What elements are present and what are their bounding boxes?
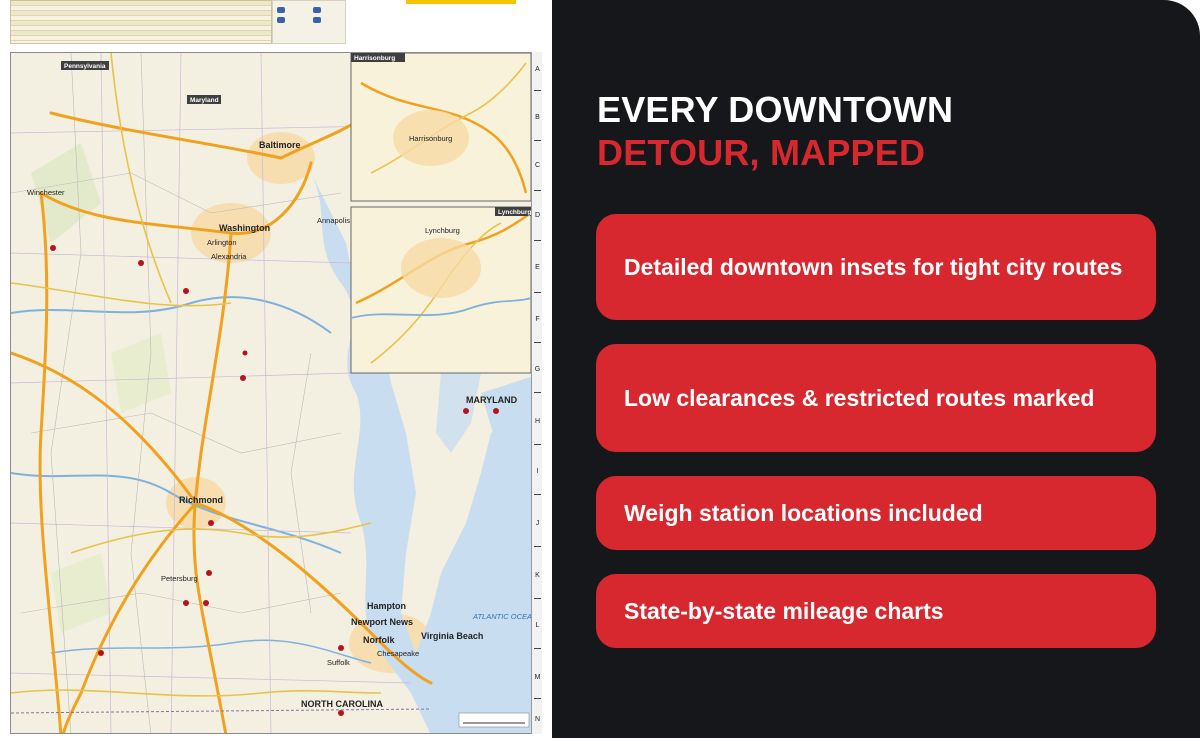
feature-card-low-clearances: Low clearances & restricted routes marke…: [596, 344, 1156, 452]
svg-text:Newport News: Newport News: [351, 617, 413, 627]
feature-card-mileage-charts: State-by-state mileage charts: [596, 574, 1156, 648]
svg-text:Annapolis: Annapolis: [317, 216, 350, 225]
svg-text:Chesapeake: Chesapeake: [377, 649, 419, 658]
grid-letter: L: [535, 622, 540, 629]
grid-letter: J: [535, 520, 540, 527]
inset-harrisonburg: Harrisonburg Harrisonburg: [350, 53, 532, 202]
feature-card-downtown-insets: Detailed downtown insets for tight city …: [596, 214, 1156, 320]
page-tab-marker: [406, 0, 516, 4]
svg-text:Richmond: Richmond: [179, 495, 223, 505]
grid-letter: M: [534, 674, 541, 681]
atlas-page-image: Baltimore Washington Arlington Alexandri…: [0, 0, 552, 738]
svg-text:Maryland: Maryland: [190, 97, 219, 104]
svg-text:Arlington: Arlington: [207, 238, 237, 247]
svg-text:Lynchburg: Lynchburg: [425, 226, 460, 235]
map-grid-index: A B C D E F G H I J K L M N: [531, 52, 542, 734]
svg-text:Hampton: Hampton: [367, 601, 406, 611]
grid-letter: A: [535, 66, 540, 73]
svg-text:Harrisonburg: Harrisonburg: [409, 134, 452, 143]
feature-panel: EVERY DOWNTOWN DETOUR, MAPPED Detailed d…: [552, 0, 1200, 738]
inset-lynchburg: Lynchburg Lynchburg: [350, 206, 532, 374]
svg-text:Lynchburg: Lynchburg: [498, 209, 531, 216]
feature-label: Weigh station locations included: [624, 500, 983, 526]
road-map: Baltimore Washington Arlington Alexandri…: [10, 52, 542, 734]
feature-label: Low clearances & restricted routes marke…: [624, 385, 1095, 411]
svg-text:Baltimore: Baltimore: [259, 140, 301, 150]
mileage-table-strip: [10, 0, 272, 44]
svg-text:Harrisonburg: Harrisonburg: [354, 55, 395, 62]
svg-text:Pennsylvania: Pennsylvania: [64, 63, 106, 70]
svg-text:Washington: Washington: [219, 223, 270, 233]
svg-text:Virginia Beach: Virginia Beach: [421, 631, 483, 641]
grid-letter: D: [534, 212, 541, 219]
svg-text:NORTH CAROLINA: NORTH CAROLINA: [301, 699, 383, 709]
grid-letter: E: [535, 264, 540, 271]
grid-letter: I: [536, 468, 539, 475]
grid-letter: G: [534, 366, 541, 373]
feature-card-weigh-stations: Weigh station locations included: [596, 476, 1156, 550]
svg-text:MARYLAND: MARYLAND: [466, 395, 518, 405]
feature-label: Detailed downtown insets for tight city …: [624, 254, 1123, 280]
svg-text:Alexandria: Alexandria: [211, 252, 247, 261]
grid-letter: N: [534, 716, 541, 723]
grid-letter: K: [535, 572, 540, 579]
feature-label: State-by-state mileage charts: [624, 598, 944, 624]
grid-letter: H: [534, 418, 541, 425]
svg-text:Petersburg: Petersburg: [161, 574, 198, 583]
svg-text:Suffolk: Suffolk: [327, 658, 350, 667]
svg-text:Winchester: Winchester: [27, 188, 65, 197]
headline-line-1: EVERY DOWNTOWN: [597, 89, 954, 130]
grid-letter: C: [534, 162, 541, 169]
grid-letter: B: [535, 114, 540, 121]
svg-text:ATLANTIC OCEAN: ATLANTIC OCEAN: [472, 612, 538, 621]
headline: EVERY DOWNTOWN DETOUR, MAPPED: [597, 88, 1157, 174]
grid-letter: F: [535, 316, 540, 323]
svg-text:Norfolk: Norfolk: [363, 635, 395, 645]
mileage-legend-box: [272, 0, 346, 44]
headline-line-2: DETOUR, MAPPED: [597, 132, 926, 173]
